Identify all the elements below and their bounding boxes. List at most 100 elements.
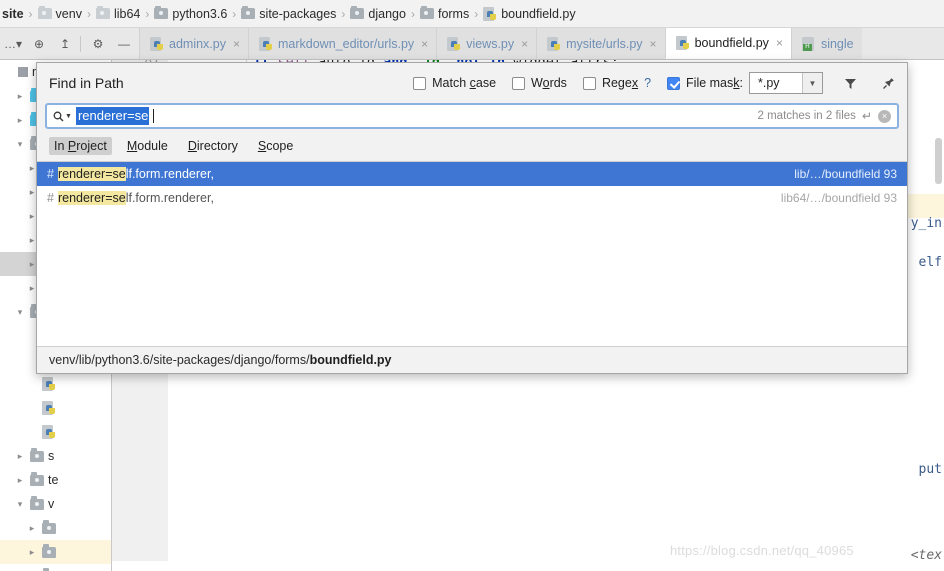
folder-icon bbox=[154, 5, 169, 19]
tree-row[interactable]: ▸ te bbox=[0, 468, 111, 492]
tree-row[interactable] bbox=[0, 372, 111, 396]
tab-mysite-urls-py[interactable]: mysite/urls.py × bbox=[536, 28, 665, 59]
python-file-icon bbox=[675, 36, 690, 50]
tree-row-label: s bbox=[48, 449, 55, 463]
watermark-text: https://blog.csdn.net/qq_40965 bbox=[670, 543, 854, 558]
tree-row[interactable]: ▸ bbox=[0, 564, 111, 571]
label-part: rds bbox=[549, 76, 567, 90]
search-result-row[interactable]: # renderer=se lf.form.renderer, lib64/…/bou… bbox=[37, 186, 907, 210]
tree-row[interactable]: ▸ bbox=[0, 516, 111, 540]
breadcrumb-item-python3-6[interactable]: python3.6 bbox=[150, 5, 231, 21]
label-accelerator: x bbox=[631, 76, 639, 90]
tab-label: boundfield.py bbox=[694, 36, 769, 50]
tree-expand-arrow-icon[interactable]: ▾ bbox=[14, 499, 26, 510]
result-file-path: venv/lib/python3.6/site-packages/django/… bbox=[37, 347, 907, 373]
option-file-mask[interactable]: File mask: *.py ▼ bbox=[667, 72, 823, 94]
tree-row[interactable] bbox=[0, 396, 111, 420]
module-square-icon bbox=[18, 67, 28, 77]
checkbox-file-mask[interactable] bbox=[667, 76, 681, 90]
regex-help-icon[interactable]: ? bbox=[644, 76, 651, 90]
tree-expand-arrow-icon[interactable]: ▾ bbox=[14, 307, 26, 318]
label-part: irectory bbox=[196, 139, 238, 153]
tab-label: adminx.py bbox=[169, 36, 226, 51]
option-words[interactable]: Words bbox=[512, 76, 567, 90]
pin-icon[interactable] bbox=[877, 72, 899, 94]
search-options: Match case Words Regex? File mask: *.py ▼ bbox=[413, 72, 899, 94]
tree-expand-arrow-icon[interactable]: ▸ bbox=[14, 91, 26, 102]
tab-markdown-editor-urls-py[interactable]: markdown_editor/urls.py × bbox=[248, 28, 437, 59]
tab-adminx-py[interactable]: adminx.py × bbox=[139, 28, 248, 59]
tree-expand-arrow-icon[interactable]: ▾ bbox=[14, 139, 26, 150]
tab-close-icon[interactable]: × bbox=[521, 37, 528, 51]
enter-hint-icon: ↵ bbox=[861, 109, 872, 123]
chevron-down-icon[interactable]: ▼ bbox=[802, 73, 822, 93]
filter-icon[interactable] bbox=[839, 72, 861, 94]
tree-expand-arrow-icon[interactable]: ▸ bbox=[26, 523, 38, 534]
option-match-case[interactable]: Match case bbox=[413, 76, 496, 90]
python-file-icon bbox=[447, 36, 461, 51]
tab-close-icon[interactable]: × bbox=[650, 37, 657, 51]
tab-views-py[interactable]: views.py × bbox=[436, 28, 537, 59]
breadcrumb-item-boundfield-py[interactable]: boundfield.py bbox=[479, 6, 579, 21]
label-part: Match bbox=[432, 76, 470, 90]
file-mask-combobox[interactable]: *.py ▼ bbox=[749, 72, 823, 94]
tree-expand-arrow-icon[interactable]: ▸ bbox=[14, 451, 26, 462]
folder-icon bbox=[30, 496, 44, 510]
toolbar-collapse-all-icon[interactable]: ↥ bbox=[52, 28, 78, 59]
python-file-icon bbox=[547, 36, 561, 51]
python-file-icon bbox=[42, 377, 56, 391]
html-file-icon: H bbox=[801, 36, 816, 51]
folder-icon bbox=[42, 520, 56, 534]
tree-row[interactable]: ▾ v bbox=[0, 492, 111, 516]
breadcrumb-item-django[interactable]: django bbox=[346, 5, 410, 21]
checkbox-regex[interactable] bbox=[582, 76, 596, 90]
tree-row[interactable]: ▸ s bbox=[0, 444, 111, 468]
label-accelerator: D bbox=[187, 139, 197, 153]
breadcrumb-item-site[interactable]: site bbox=[0, 7, 28, 21]
tree-expand-arrow-icon[interactable]: ▸ bbox=[26, 547, 38, 558]
scope-tab-in-project[interactable]: In Project bbox=[49, 137, 112, 155]
clear-search-icon[interactable]: × bbox=[878, 109, 891, 123]
tree-row-label: v bbox=[48, 497, 55, 511]
python-file-icon bbox=[150, 36, 164, 51]
tree-row[interactable] bbox=[0, 420, 111, 444]
tab-boundfield-py[interactable]: boundfield.py × bbox=[664, 28, 791, 59]
scope-tab-module[interactable]: Module bbox=[122, 137, 173, 155]
toolbar-locate-icon[interactable]: ⊕ bbox=[26, 28, 52, 59]
scope-tabs[interactable]: In Project Module Directory Scope bbox=[37, 129, 907, 161]
search-icon[interactable]: ▼ bbox=[53, 111, 72, 122]
search-input-row[interactable]: ▼ renderer=se 2 matches in 2 files ↵ × bbox=[45, 103, 899, 129]
checkbox-words[interactable] bbox=[512, 76, 526, 90]
label-part: W bbox=[531, 76, 543, 90]
tab-label: markdown_editor/urls.py bbox=[278, 36, 415, 51]
label-part: In bbox=[54, 139, 68, 153]
scope-tab-directory[interactable]: Directory bbox=[183, 137, 243, 155]
tree-expand-arrow-icon[interactable]: ▸ bbox=[14, 475, 26, 486]
search-input[interactable]: renderer=se bbox=[75, 107, 150, 125]
result-comment-hash: # bbox=[47, 167, 54, 181]
toolbar-settings-gear-icon[interactable]: ⚙ bbox=[85, 28, 111, 59]
breadcrumb-item-lib64[interactable]: lib64 bbox=[92, 5, 144, 21]
scope-tab-scope[interactable]: Scope bbox=[253, 137, 298, 155]
option-regex[interactable]: Regex? bbox=[582, 76, 651, 90]
toolbar-hide-icon[interactable]: — bbox=[111, 28, 137, 59]
search-result-row[interactable]: # renderer=se lf.form.renderer, lib/…/bound… bbox=[37, 162, 907, 186]
breadcrumb-item-forms[interactable]: forms bbox=[416, 5, 473, 21]
search-results-list[interactable]: # renderer=se lf.form.renderer, lib/…/bound… bbox=[37, 161, 907, 347]
editor-scrollbar-thumb[interactable] bbox=[935, 138, 942, 184]
checkbox-match-case[interactable] bbox=[413, 76, 427, 90]
tab-close-icon[interactable]: × bbox=[233, 37, 240, 51]
tab-single[interactable]: Hsingle bbox=[790, 28, 862, 59]
breadcrumb-item-label: site bbox=[2, 6, 24, 21]
tab-close-icon[interactable]: × bbox=[776, 36, 783, 50]
folder-icon bbox=[95, 5, 110, 19]
find-in-path-dialog[interactable]: Find in Path Match case Words Regex? File m… bbox=[36, 62, 908, 374]
result-file-location: lib64/…/boundfield 93 bbox=[780, 191, 897, 205]
breadcrumb-item-venv[interactable]: venv bbox=[34, 5, 86, 21]
label-accelerator: M bbox=[126, 139, 138, 153]
toolbar-recent-files-icon[interactable]: …▾ bbox=[0, 28, 26, 59]
breadcrumb-item-site-packages[interactable]: site-packages bbox=[237, 5, 340, 21]
tree-expand-arrow-icon[interactable]: ▸ bbox=[14, 115, 26, 126]
tab-close-icon[interactable]: × bbox=[421, 37, 428, 51]
tree-row[interactable]: ▸ bbox=[0, 540, 111, 564]
